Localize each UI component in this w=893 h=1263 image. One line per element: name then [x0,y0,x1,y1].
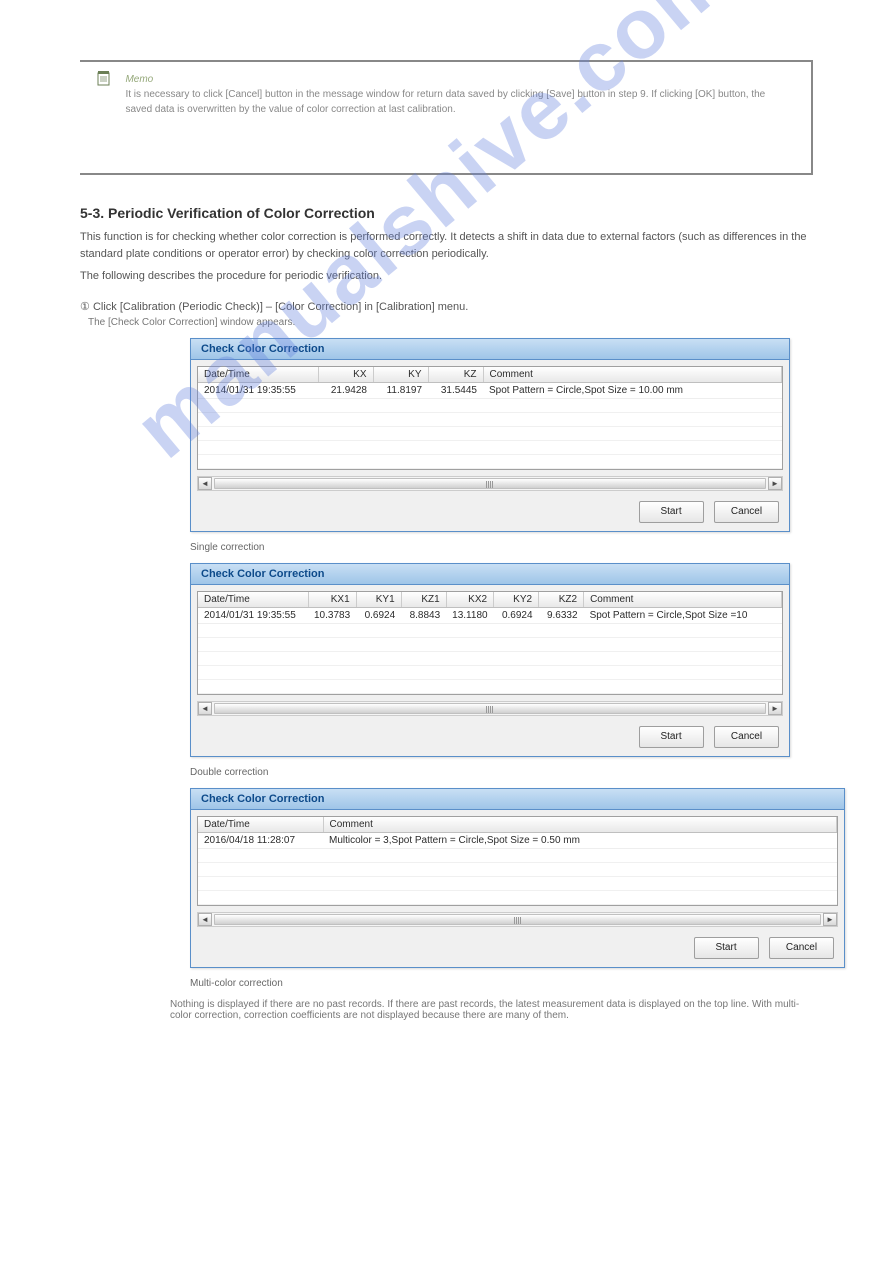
dialog-title: Check Color Correction [191,564,789,585]
figure-label-single: Single correction [190,542,813,553]
col-kz2[interactable]: KZ2 [539,592,584,608]
results-table: Date/Time KX1 KY1 KZ1 KX2 KY2 KZ2 Commen… [198,592,782,694]
col-comment[interactable]: Comment [584,592,782,608]
memo-label: Memo [125,74,153,85]
scroll-left-icon[interactable]: ◄ [198,913,212,926]
col-kx1[interactable]: KX1 [308,592,356,608]
col-datetime[interactable]: Date/Time [198,367,318,383]
memo-text: It is necessary to click [Cancel] button… [125,89,765,115]
check-color-dialog-single: Check Color Correction Date/Time KX KY K… [190,338,790,532]
check-color-dialog-multi: Check Color Correction Date/Time Comment… [190,788,845,968]
col-kz1[interactable]: KZ1 [401,592,446,608]
scroll-left-icon[interactable]: ◄ [198,477,212,490]
scroll-right-icon[interactable]: ► [768,702,782,715]
col-kx[interactable]: KX [318,367,373,383]
results-table: Date/Time Comment 2016/04/18 11:28:07 Mu… [198,817,837,905]
col-ky1[interactable]: KY1 [356,592,401,608]
step-1: ① Click [Calibration (Periodic Check)] –… [80,300,813,313]
check-color-dialog-double: Check Color Correction Date/Time KX1 KY1… [190,563,790,757]
horizontal-scrollbar[interactable]: ◄ ► [197,701,783,716]
cancel-button[interactable]: Cancel [714,726,779,748]
horizontal-scrollbar[interactable]: ◄ ► [197,912,838,927]
step-1-sub: The [Check Color Correction] window appe… [88,317,813,328]
figure-label-multi: Multi-color correction [190,978,813,989]
step-number: ① [80,300,90,313]
col-comment[interactable]: Comment [323,817,837,833]
scroll-left-icon[interactable]: ◄ [198,702,212,715]
start-button[interactable]: Start [639,726,704,748]
figure-label-double: Double correction [190,767,813,778]
col-datetime[interactable]: Date/Time [198,817,323,833]
section-para-1: This function is for checking whether co… [80,229,813,262]
scroll-thumb[interactable] [214,703,766,714]
scroll-thumb[interactable] [214,914,821,925]
dialog-title: Check Color Correction [191,339,789,360]
col-ky2[interactable]: KY2 [494,592,539,608]
section-para-2: The following describes the procedure fo… [80,268,813,285]
col-comment[interactable]: Comment [483,367,782,383]
cancel-button[interactable]: Cancel [769,937,834,959]
scroll-right-icon[interactable]: ► [768,477,782,490]
col-ky[interactable]: KY [373,367,428,383]
memo-box: Memo It is necessary to click [Cancel] b… [80,60,813,175]
scroll-right-icon[interactable]: ► [823,913,837,926]
cancel-button[interactable]: Cancel [714,501,779,523]
horizontal-scrollbar[interactable]: ◄ ► [197,476,783,491]
dialog-title: Check Color Correction [191,789,844,810]
table-row[interactable]: 2016/04/18 11:28:07 Multicolor = 3,Spot … [198,832,837,848]
col-kz[interactable]: KZ [428,367,483,383]
col-kx2[interactable]: KX2 [446,592,493,608]
start-button[interactable]: Start [639,501,704,523]
results-table: Date/Time KX KY KZ Comment 2014/01/31 19… [198,367,782,469]
start-button[interactable]: Start [694,937,759,959]
scroll-thumb[interactable] [214,478,766,489]
memo-icon [95,72,113,92]
table-row[interactable]: 2014/01/31 19:35:55 21.9428 11.8197 31.5… [198,382,782,398]
table-row[interactable]: 2014/01/31 19:35:55 10.3783 0.6924 8.884… [198,607,782,623]
section-title: 5-3. Periodic Verification of Color Corr… [80,205,813,221]
final-note: Nothing is displayed if there are no pas… [170,999,813,1021]
col-datetime[interactable]: Date/Time [198,592,308,608]
